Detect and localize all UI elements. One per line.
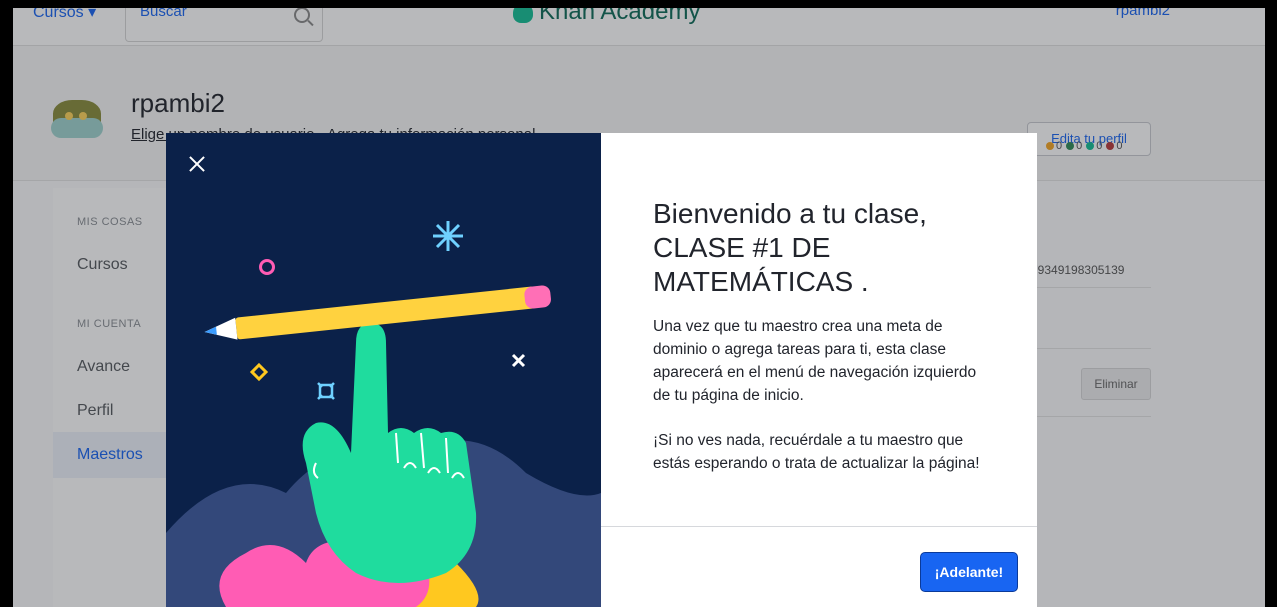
page-frame: Cursos ▾ Buscar Khan Academy rpambi2 rpa…: [13, 8, 1265, 607]
close-icon[interactable]: [186, 153, 208, 175]
welcome-modal: Bienvenido a tu clase, CLASE #1 DE MATEM…: [166, 133, 1037, 607]
modal-content: Bienvenido a tu clase, CLASE #1 DE MATEM…: [601, 133, 1037, 607]
modal-title: Bienvenido a tu clase, CLASE #1 DE MATEM…: [653, 198, 927, 297]
hand-pencil-illustration: [166, 221, 601, 607]
continue-button[interactable]: ¡Adelante!: [921, 553, 1017, 591]
modal-paragraph-1: Una vez que tu maestro crea una meta de …: [653, 318, 977, 404]
modal-paragraph-2: ¡Si no ves nada, recuérdale a tu maestro…: [653, 432, 980, 472]
modal-illustration: [166, 133, 601, 607]
modal-footer-divider: [601, 526, 1037, 527]
